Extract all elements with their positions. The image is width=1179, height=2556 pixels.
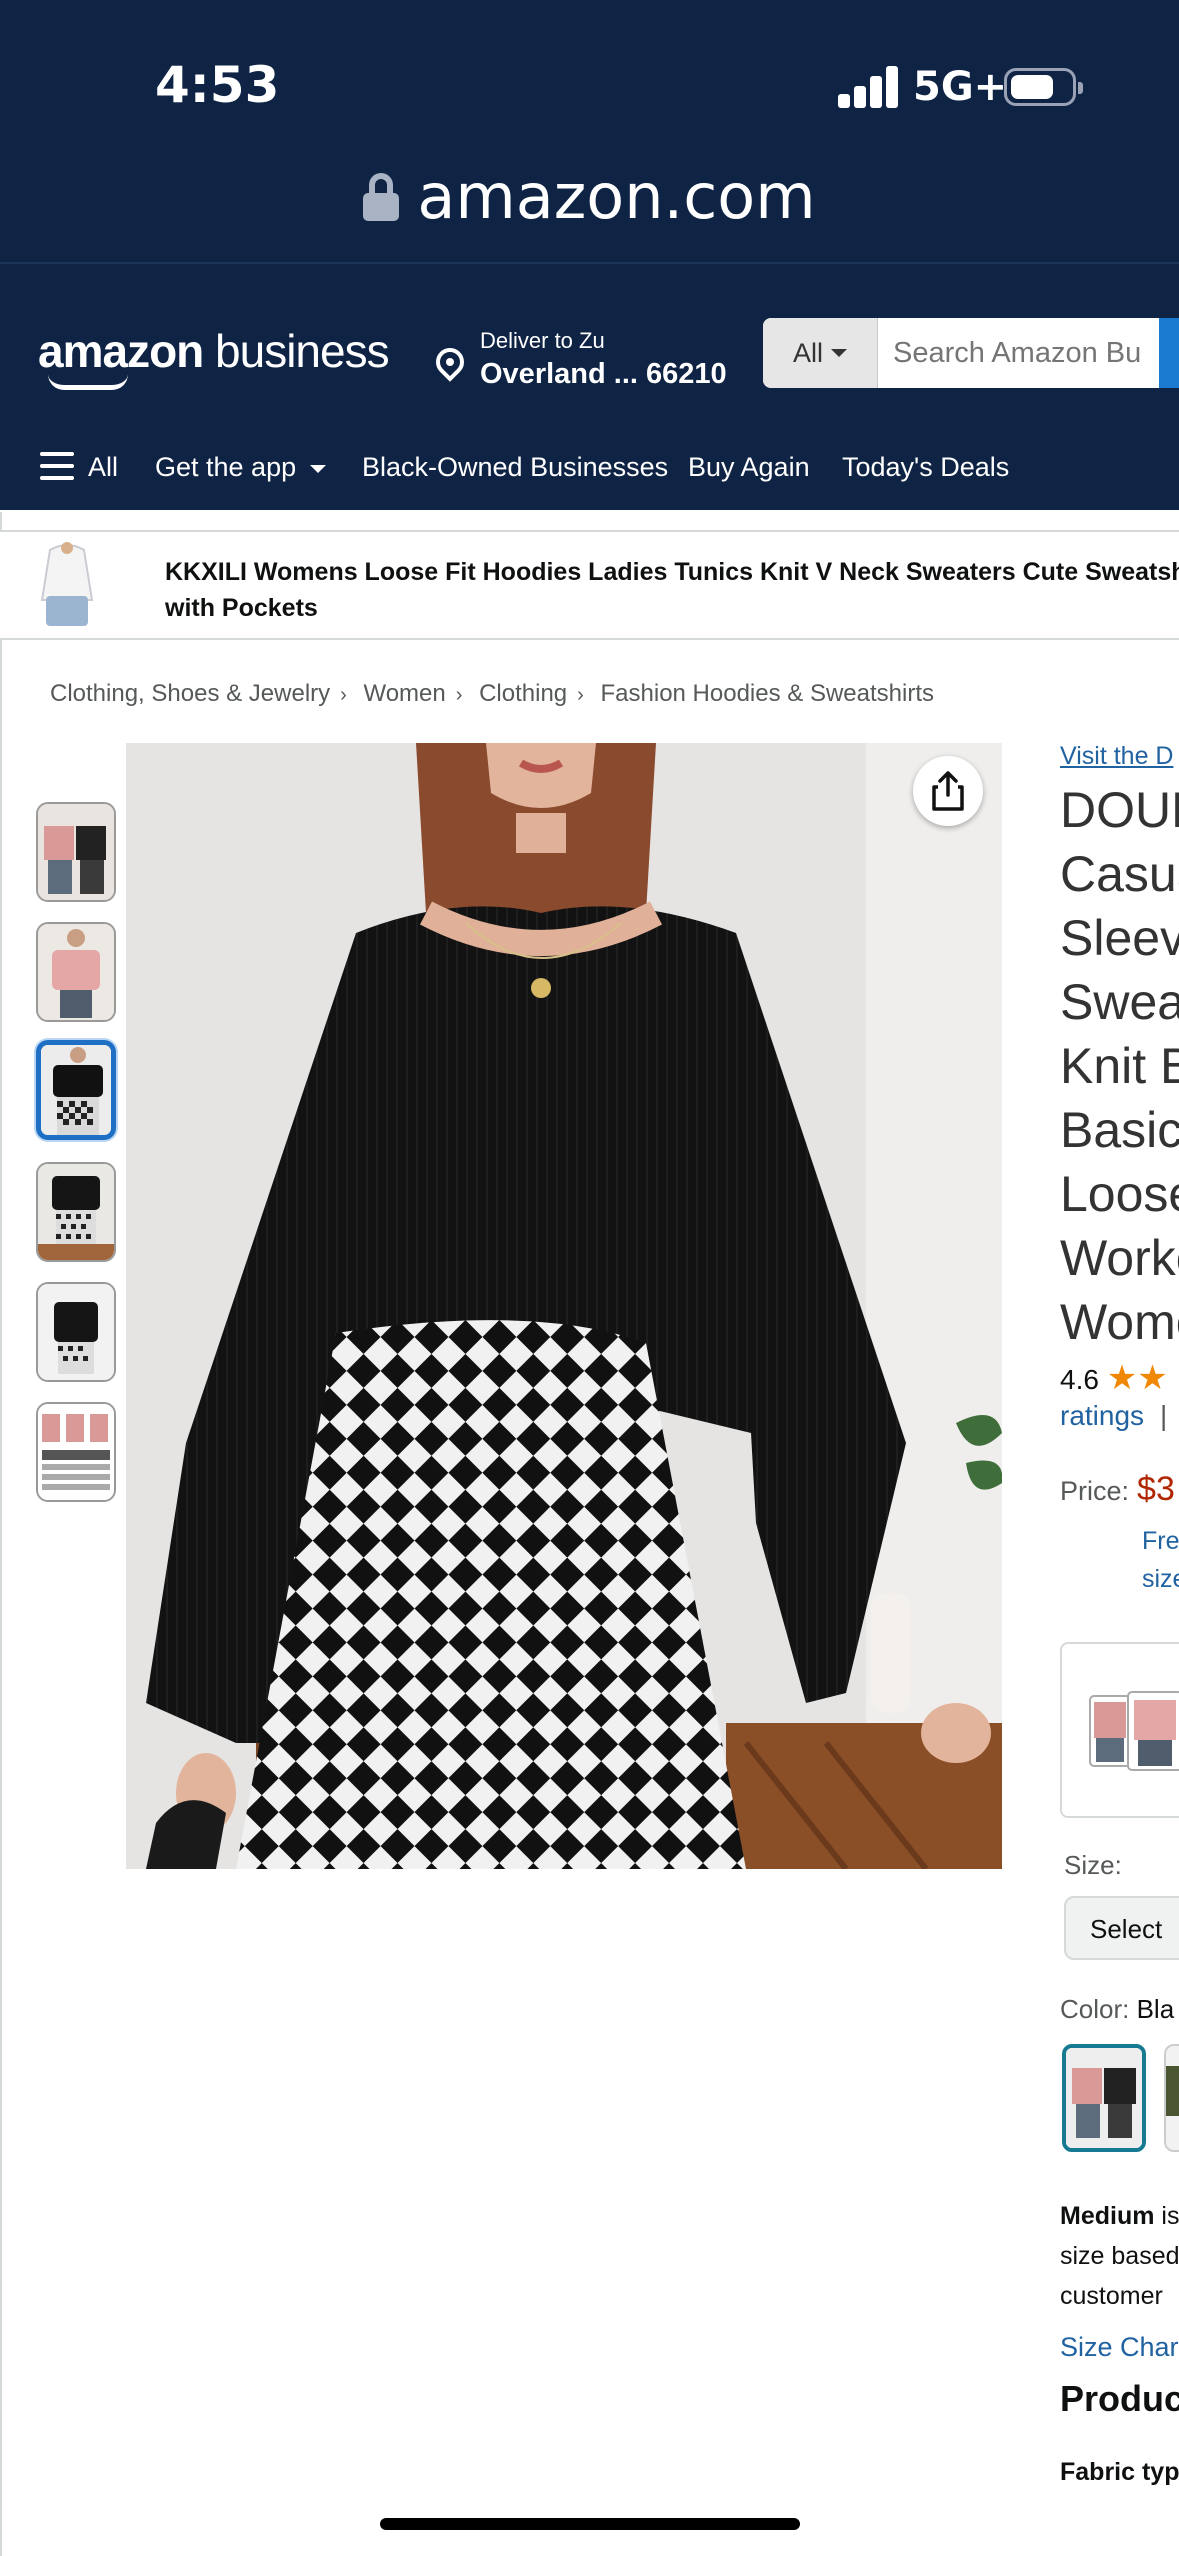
sticky-product-bar[interactable]: KKXILI Womens Loose Fit Hoodies Ladies T… xyxy=(0,530,1179,640)
breadcrumb-item[interactable]: Clothing xyxy=(479,680,567,707)
star-icon: ★★ xyxy=(1106,1359,1168,1397)
smile-icon xyxy=(48,374,128,390)
rating-summary[interactable]: 4.6 ★★ xyxy=(1060,1358,1168,1398)
nav-bar: All Get the app Black-Owned Businesses B… xyxy=(0,420,1179,510)
sticky-product-title: KKXILI Womens Loose Fit Hoodies Ladies T… xyxy=(165,558,1179,622)
home-indicator[interactable] xyxy=(380,2518,800,2530)
price: Price: $3 xyxy=(1060,1470,1175,1508)
nav-buy-again[interactable]: Buy Again xyxy=(688,452,810,483)
divider xyxy=(0,262,1179,294)
breadcrumb-item[interactable]: Women xyxy=(363,680,445,707)
size-label: Size: xyxy=(1064,1850,1122,1880)
chevron-right-icon: › xyxy=(340,684,347,706)
share-button[interactable] xyxy=(913,756,983,826)
nav-black-owned-businesses[interactable]: Black-Owned Businesses xyxy=(362,452,668,483)
deliver-to-label: Deliver to Zu xyxy=(480,328,605,353)
url-text: amazon.com xyxy=(417,160,816,233)
share-icon xyxy=(932,771,964,811)
breadcrumb-item[interactable]: Fashion Hoodies & Sweatshirts xyxy=(601,680,935,707)
product-title-line: Wome xyxy=(1060,1294,1179,1350)
color-value: Bla xyxy=(1136,1994,1175,2024)
hamburger-menu-icon[interactable] xyxy=(40,452,74,480)
chevron-down-icon xyxy=(310,464,327,473)
size-chart-link[interactable]: Size Char xyxy=(1060,2332,1179,2363)
price-value: $3 xyxy=(1137,1470,1175,1508)
product-title-line: Casua xyxy=(1060,846,1179,902)
fabric-type-label: Fabric typ xyxy=(1060,2458,1179,2486)
search-category-dropdown[interactable]: All xyxy=(763,318,878,388)
location-pin-icon xyxy=(430,342,470,382)
product-title-line: Sweat xyxy=(1060,974,1179,1030)
size-select-dropdown[interactable]: Select xyxy=(1064,1896,1179,1960)
site-header: amazon business Deliver to Zu Overland .… xyxy=(0,294,1179,420)
color-swatch-selected[interactable] xyxy=(1062,2044,1146,2152)
visit-store-link[interactable]: Visit the D xyxy=(1060,742,1173,771)
gallery-thumbnail[interactable] xyxy=(36,1162,116,1262)
product-title-line: DOUB xyxy=(1060,782,1179,838)
deliver-location: Overland ... 66210 xyxy=(480,358,727,390)
breadcrumb: Clothing, Shoes & Jewelry › Women › Clothi… xyxy=(50,680,934,708)
nav-todays-deals[interactable]: Today's Deals xyxy=(842,452,1009,483)
color-swatch[interactable] xyxy=(1164,2044,1179,2152)
nav-all[interactable]: All xyxy=(88,452,118,483)
signal-icon xyxy=(838,66,900,108)
free-returns-link[interactable]: Fre size xyxy=(1142,1522,1179,1598)
lock-icon xyxy=(363,172,400,221)
breadcrumb-item[interactable]: Clothing, Shoes & Jewelry xyxy=(50,680,330,707)
gallery-thumbnail[interactable] xyxy=(36,922,116,1022)
browser-top-bar: 4:53 5G+ amazon.com xyxy=(0,0,1179,262)
chevron-right-icon: › xyxy=(455,684,463,706)
sticky-product-thumbnail xyxy=(32,540,102,632)
product-title-line: Sleev xyxy=(1060,910,1179,966)
address-bar[interactable]: amazon.com xyxy=(363,160,816,233)
chevron-down-icon xyxy=(831,349,847,357)
variant-image-box[interactable] xyxy=(1060,1642,1179,1818)
gallery-thumbnail-active[interactable] xyxy=(36,1040,116,1140)
product-title-line: Basic xyxy=(1060,1102,1179,1158)
product-title-line: Loose xyxy=(1060,1166,1179,1222)
nav-get-the-app[interactable]: Get the app xyxy=(155,452,327,483)
product-details-column: Visit the D DOUB Casua Sleev Sweat Knit … xyxy=(1060,0,1179,2556)
divider xyxy=(0,512,2,2556)
amazon-business-logo[interactable]: amazon business xyxy=(38,324,390,378)
main-product-image[interactable] xyxy=(126,743,1002,1869)
rating-value: 4.6 xyxy=(1060,1364,1099,1395)
chevron-right-icon: › xyxy=(577,684,584,706)
network-label: 5G+ xyxy=(913,64,1008,110)
product-details-heading: Produc xyxy=(1060,2378,1179,2419)
fit-recommendation: Medium is size based customer xyxy=(1060,2202,1179,2310)
status-time: 4:53 xyxy=(155,56,280,114)
gallery-thumbnail[interactable] xyxy=(36,802,116,902)
product-title-line: Knit B xyxy=(1060,1038,1179,1094)
product-title-line: Worke xyxy=(1060,1230,1179,1286)
color-label: Color: Bla xyxy=(1060,1994,1175,2024)
gallery-thumbnail[interactable] xyxy=(36,1282,116,1382)
ratings-link[interactable]: ratings | xyxy=(1060,1400,1167,1432)
gallery-thumbnail[interactable] xyxy=(36,1402,116,1502)
